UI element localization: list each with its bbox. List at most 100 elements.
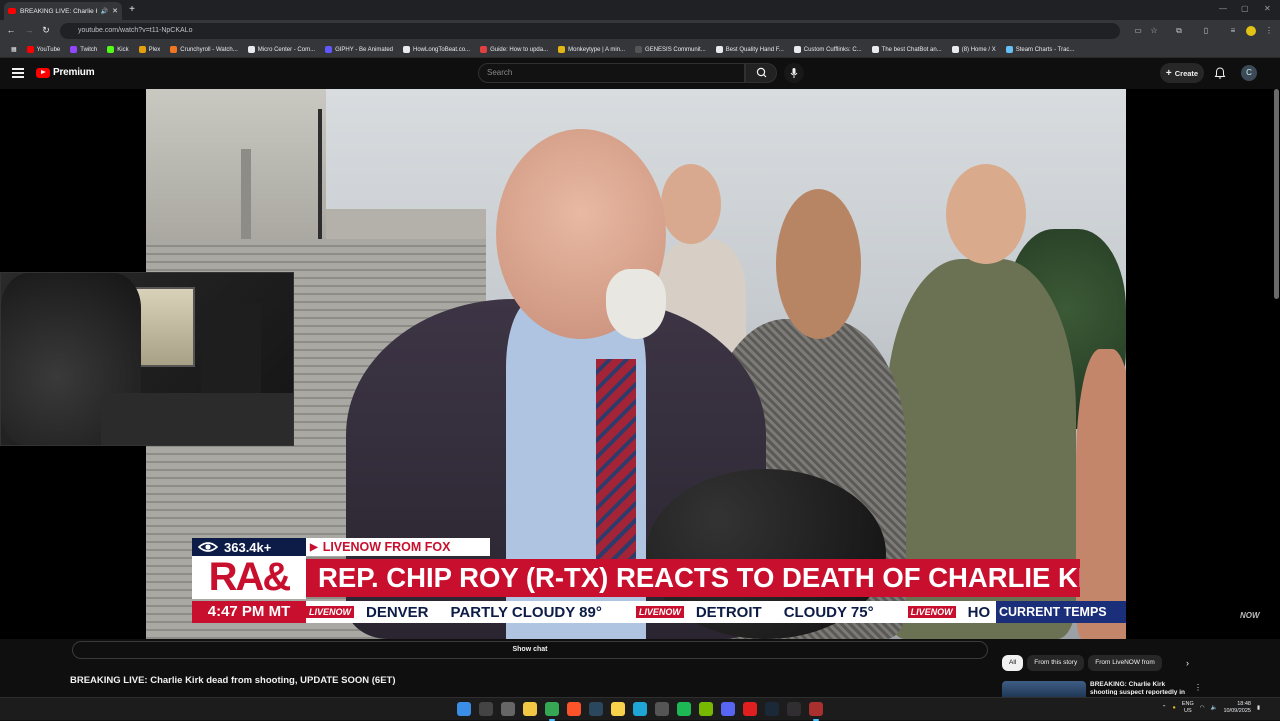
minimize-button[interactable]: — (1219, 4, 1227, 13)
bookmark-star-icon[interactable]: ☆ (1149, 26, 1159, 36)
bookmark-item[interactable]: YouTube (22, 46, 66, 53)
create-label: Create (1174, 68, 1199, 78)
bookmark-item[interactable]: Crunchyroll - Watch... (165, 46, 242, 53)
nvidia-icon[interactable] (699, 702, 713, 716)
obs-icon[interactable] (787, 702, 801, 716)
address-bar[interactable]: youtube.com/watch?v=t11-NpCKALo (60, 23, 1120, 39)
volume-icon[interactable]: 🔈 (1211, 705, 1218, 711)
more-options-icon[interactable]: ⋮ (1194, 683, 1202, 692)
page-scrollbar[interactable] (1274, 89, 1279, 299)
youtube-logo[interactable]: Premium (36, 67, 95, 78)
notes-icon[interactable] (611, 702, 625, 716)
notification-icon[interactable]: ▮ (1257, 705, 1260, 711)
reload-icon[interactable]: ↻ (40, 25, 52, 36)
bookmark-label: Crunchyroll - Watch... (180, 46, 238, 53)
bookmark-item[interactable]: HowLongToBeat.co... (398, 46, 475, 53)
bookmark-item[interactable]: Custom Cufflinks: C... (789, 46, 867, 53)
active-tab[interactable]: BREAKING LIVE: Charlie Kirk 🔊 ✕ (4, 2, 122, 20)
headline-banner: REP. CHIP ROY (R-TX) REACTS TO DEATH OF … (306, 559, 1080, 597)
source-badge: ▶ LIVENOW FROM FOX (306, 538, 490, 556)
explorer-icon[interactable] (523, 702, 537, 716)
bookmark-item[interactable]: Plex (134, 46, 166, 53)
calculator-icon[interactable] (655, 702, 669, 716)
maximize-button[interactable]: ▢ (1241, 4, 1249, 13)
youtube-favicon-icon (8, 8, 16, 14)
bookmark-item[interactable]: GENESIS Communit... (630, 46, 711, 53)
start-icon[interactable] (457, 702, 471, 716)
bookmark-label: Monkeytype | A min... (568, 46, 626, 53)
profile-icon[interactable] (1246, 26, 1256, 36)
ticker-badge: LIVENOW (907, 606, 956, 618)
audio-icon[interactable]: 🔊 (101, 8, 108, 15)
discord-icon[interactable] (721, 702, 735, 716)
extensions-icon[interactable]: ⧉ (1174, 26, 1184, 36)
back-icon[interactable]: ← (5, 25, 17, 35)
search-icon[interactable] (479, 702, 493, 716)
apps-icon[interactable]: ▦ (6, 46, 22, 53)
video-player[interactable]: 363.4k+ ▶ LIVENOW FROM FOX RA& REP. CHIP… (0, 89, 1280, 639)
recommended-title[interactable]: BREAKING: Charlie Kirk shooting suspect … (1090, 681, 1186, 695)
bookmark-item[interactable]: Guide: How to upda... (475, 46, 553, 53)
taskview-icon[interactable] (501, 702, 515, 716)
media-control-icon[interactable]: ≡ (1228, 26, 1238, 36)
youtube-play-icon (36, 67, 50, 78)
bookmark-favicon-icon (871, 46, 879, 53)
bookmark-item[interactable]: Twitch (65, 46, 102, 53)
steam-icon[interactable] (589, 702, 603, 716)
bookmark-item[interactable]: Steam Charts - Trac... (1001, 46, 1080, 53)
show-chat-button[interactable]: Show chat (72, 641, 988, 659)
bookmark-item[interactable]: Micro Center - Com... (243, 46, 320, 53)
bookmark-label: The best ChatBot an... (881, 46, 942, 53)
bookmark-label: Best Quality Hand F... (725, 46, 784, 53)
spotify-icon[interactable] (677, 702, 691, 716)
logo-text: Premium (53, 67, 95, 78)
menu-icon[interactable]: ⋮ (1264, 26, 1274, 36)
bookmark-favicon-icon (170, 46, 178, 53)
viewer-count-badge: 363.4k+ (192, 538, 306, 556)
close-tab-icon[interactable]: ✕ (112, 7, 118, 15)
language-indicator[interactable]: ENG US (1182, 701, 1194, 715)
bookmark-item[interactable]: Best Quality Hand F... (711, 46, 789, 53)
chevron-right-icon[interactable]: › (1186, 658, 1189, 668)
notifications-bell-icon[interactable] (1213, 66, 1227, 80)
search-button[interactable] (745, 63, 777, 83)
close-window-button[interactable]: ✕ (1264, 4, 1271, 13)
bookmark-favicon-icon (951, 46, 959, 53)
brave-icon[interactable] (567, 702, 581, 716)
account-avatar[interactable]: C (1241, 65, 1257, 81)
create-button[interactable]: + Create (1160, 63, 1204, 83)
menu-hamburger-icon[interactable] (12, 68, 24, 78)
media-icon[interactable] (743, 702, 757, 716)
tray-app-icon[interactable]: ● (1173, 705, 1176, 711)
bookmark-item[interactable]: The best ChatBot an... (867, 46, 947, 53)
ticker-item: PARTLY CLOUDY 89° (450, 603, 602, 621)
bookmark-favicon-icon (403, 46, 411, 53)
bookmark-item[interactable]: GIPHY - Be Animated (320, 46, 398, 53)
sidepanel-icon[interactable]: ▯ (1201, 26, 1211, 36)
tool-icon[interactable] (809, 702, 823, 721)
voice-search-button[interactable] (784, 63, 804, 83)
bookmark-item[interactable]: Monkeytype | A min... (553, 46, 630, 53)
chrome-icon[interactable] (545, 702, 559, 721)
language-code: ENG (1181, 701, 1194, 707)
forward-icon[interactable]: → (23, 25, 35, 35)
steam2-icon[interactable] (765, 702, 779, 716)
clock-date: 10/09/2025 (1223, 708, 1251, 714)
bookmark-item[interactable]: Kick (102, 46, 133, 53)
recommendation-chips: All From this story From LiveNOW from (1002, 655, 1162, 671)
search-input[interactable]: Search (478, 63, 745, 83)
new-tab-button[interactable]: + (126, 4, 138, 16)
wifi-icon[interactable]: ◠ (1200, 705, 1205, 711)
cast-icon[interactable]: ▭ (1133, 26, 1143, 36)
clock[interactable]: 18:48 10/09/2025 (1223, 701, 1251, 715)
play-triangle-icon: ▶ (310, 541, 318, 553)
chip-all[interactable]: All (1002, 655, 1024, 671)
tray-chevron-icon[interactable]: ⌃ (1162, 705, 1167, 711)
chip-from-channel[interactable]: From LiveNOW from (1088, 655, 1162, 671)
bookmark-item[interactable]: (8) Home / X (947, 46, 1001, 53)
bookmark-favicon-icon (26, 46, 34, 53)
edge-icon[interactable] (633, 702, 647, 716)
bookmark-label: Guide: How to upda... (490, 46, 549, 53)
chip-from-this-story[interactable]: From this story (1027, 655, 1085, 671)
bookmark-label: Kick (117, 46, 129, 53)
